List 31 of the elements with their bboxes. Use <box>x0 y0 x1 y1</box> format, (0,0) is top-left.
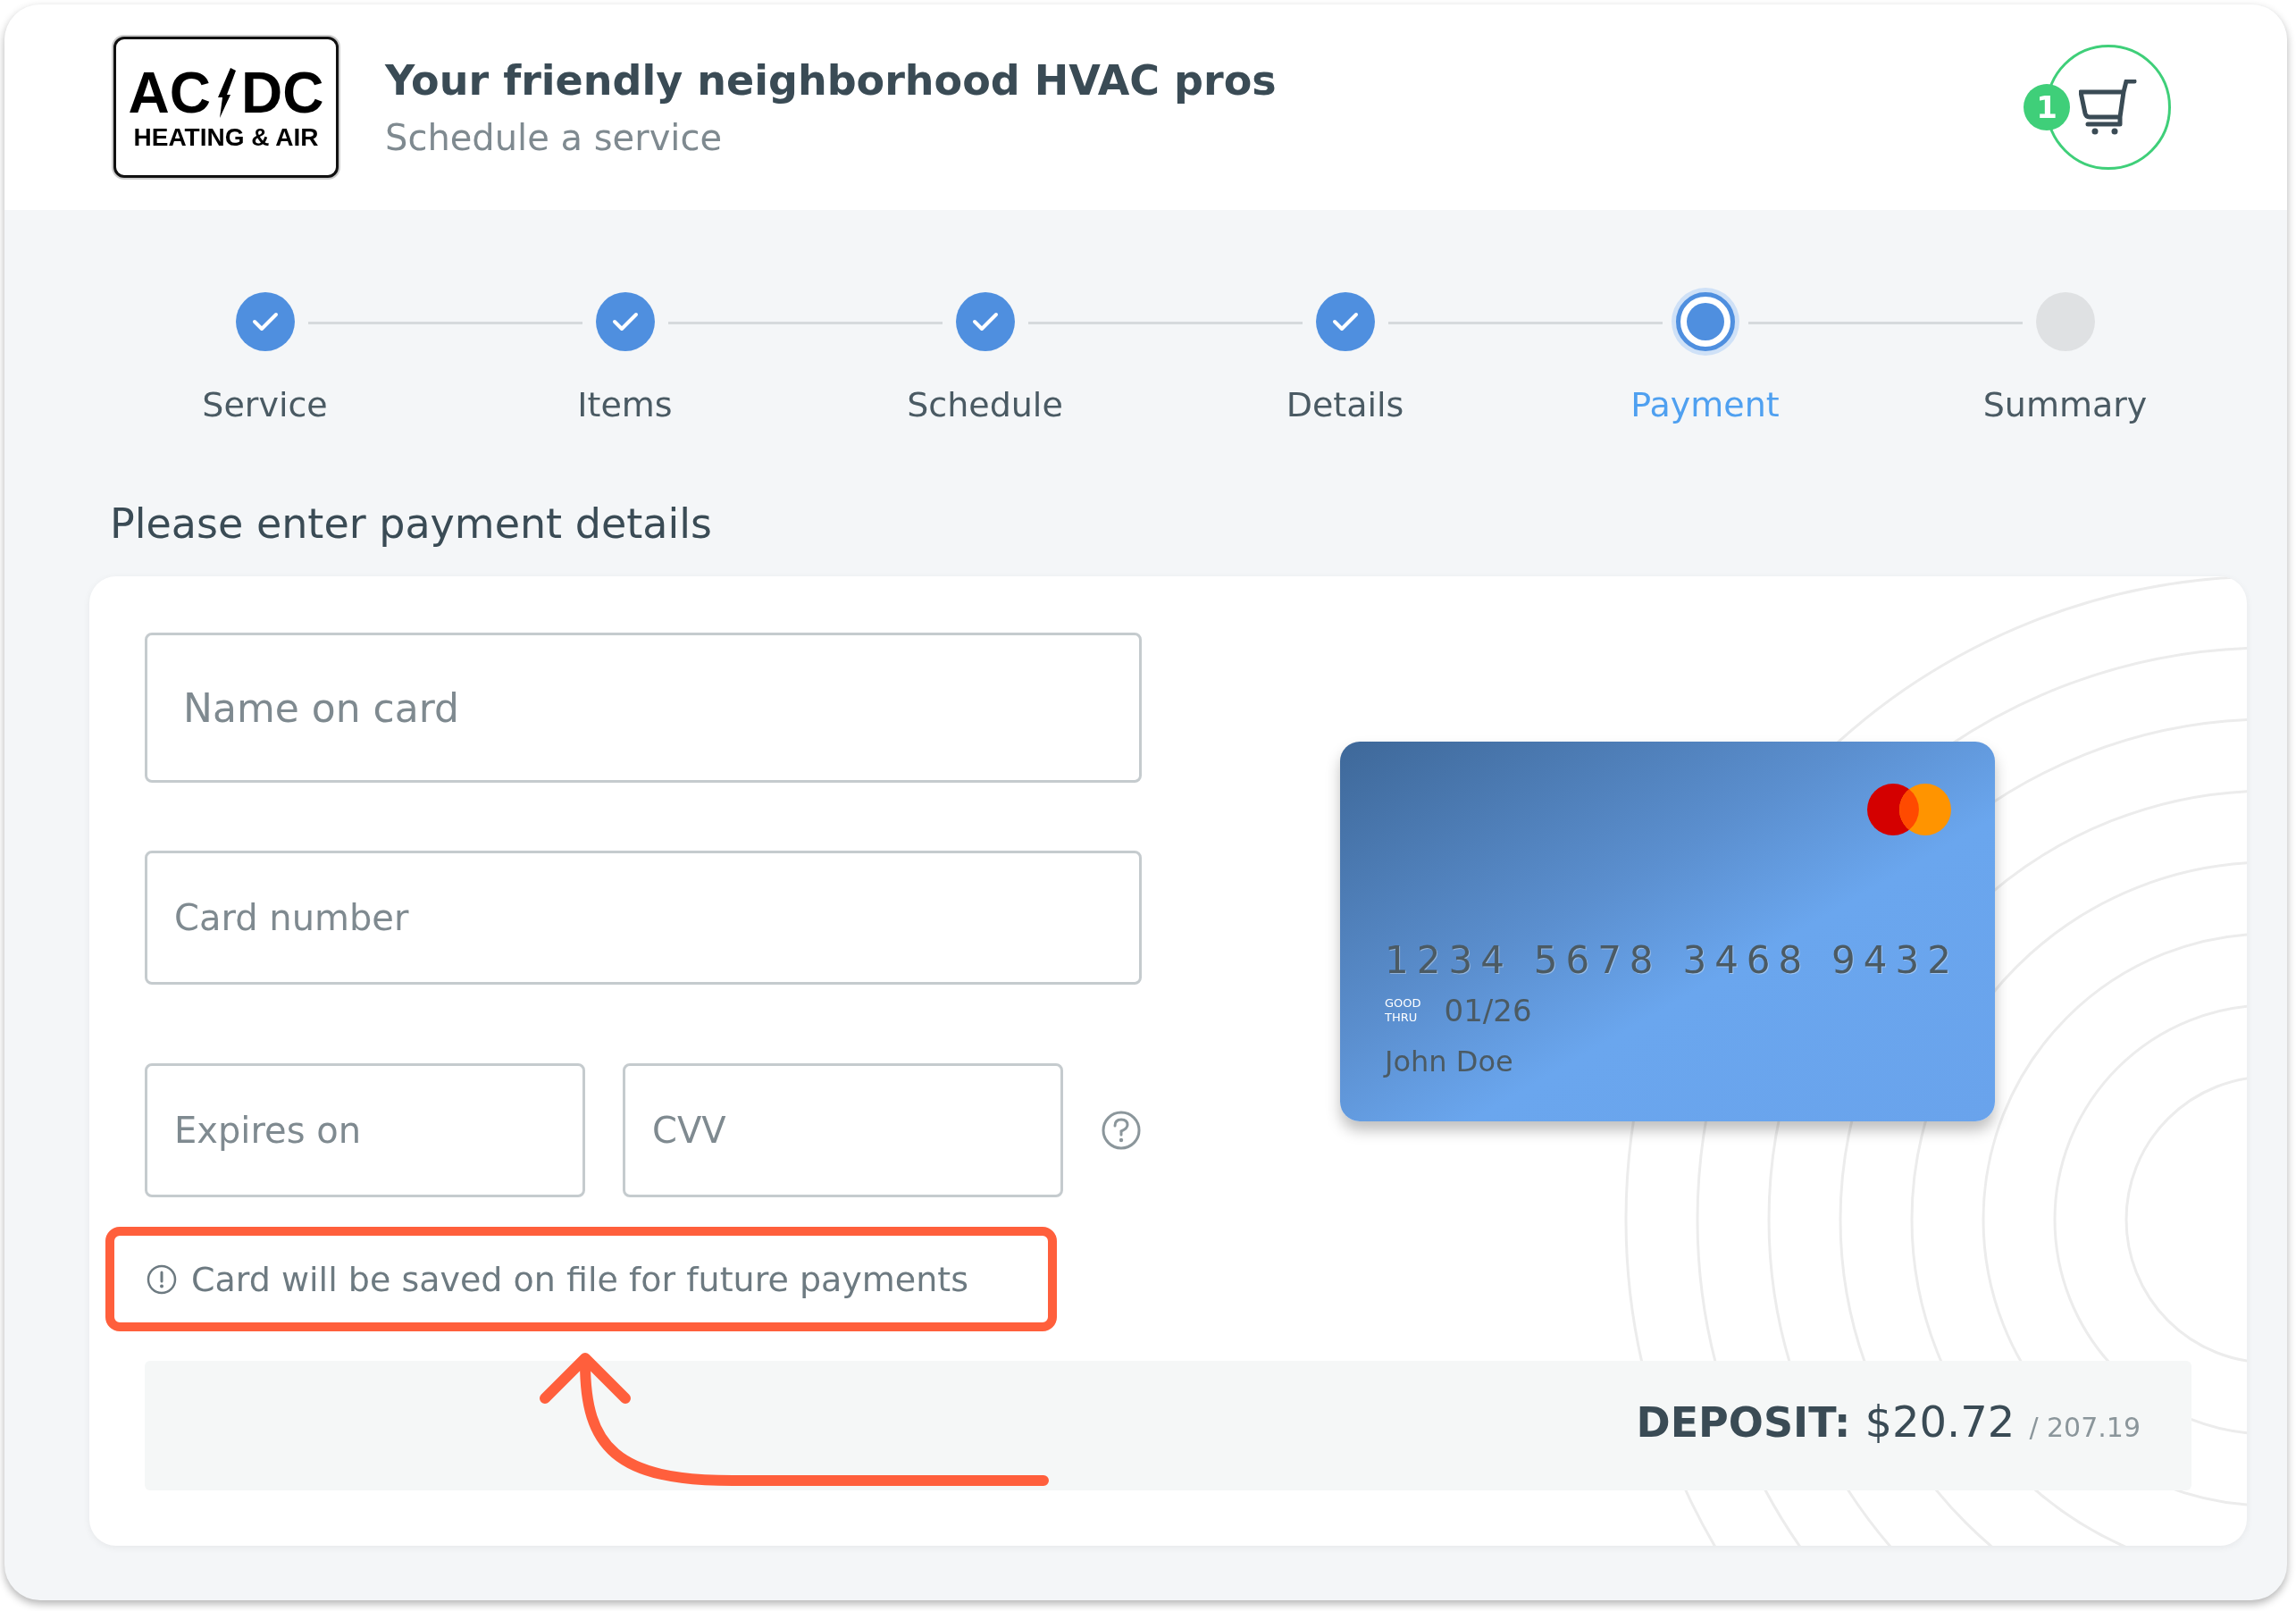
deposit-label: DEPOSIT: <box>1636 1398 1851 1447</box>
deposit-amount: $20.72 <box>1864 1397 2015 1447</box>
cart-icon <box>2079 80 2138 135</box>
card-number-group: 9432 <box>1831 938 1959 982</box>
expiry-field[interactable]: Expires on <box>145 1063 585 1197</box>
card-holder-name: John Doe <box>1385 1045 1514 1078</box>
page-subtitle: Schedule a service <box>385 117 724 158</box>
step-label: Items <box>577 385 673 424</box>
company-logo: AC DC HEATING & AIR <box>113 37 339 178</box>
card-expiry: 01/26 <box>1444 993 1532 1028</box>
cart-count-badge: 1 <box>2024 84 2070 130</box>
step-label: Schedule <box>907 385 1063 424</box>
name-on-card-field[interactable]: Name on card <box>145 633 1142 783</box>
card-number-group: 1234 <box>1385 938 1513 982</box>
step-label: Service <box>202 385 328 424</box>
card-number-group: 3468 <box>1682 938 1811 982</box>
page-title: Your friendly neighborhood HVAC pros <box>385 56 1278 105</box>
step-label: Details <box>1286 385 1404 424</box>
cvv-field[interactable]: CVV <box>623 1063 1063 1197</box>
info-icon <box>147 1263 177 1295</box>
card-number-group: 5678 <box>1533 938 1662 982</box>
step-label: Summary <box>1982 385 2148 424</box>
step-label: Payment <box>1630 385 1780 424</box>
card-brand-icon <box>1866 783 1952 836</box>
help-icon[interactable] <box>1101 1110 1142 1151</box>
good-thru-label: GOOD <box>1385 996 1421 1011</box>
good-thru-label: THRU <box>1385 1011 1419 1025</box>
save-card-note: Card will be saved on file for future payments <box>191 1259 968 1299</box>
total-amount: / 207.19 <box>2029 1412 2141 1443</box>
section-heading: Please enter payment details <box>110 499 713 550</box>
card-number-field[interactable]: Card number <box>145 851 1142 985</box>
